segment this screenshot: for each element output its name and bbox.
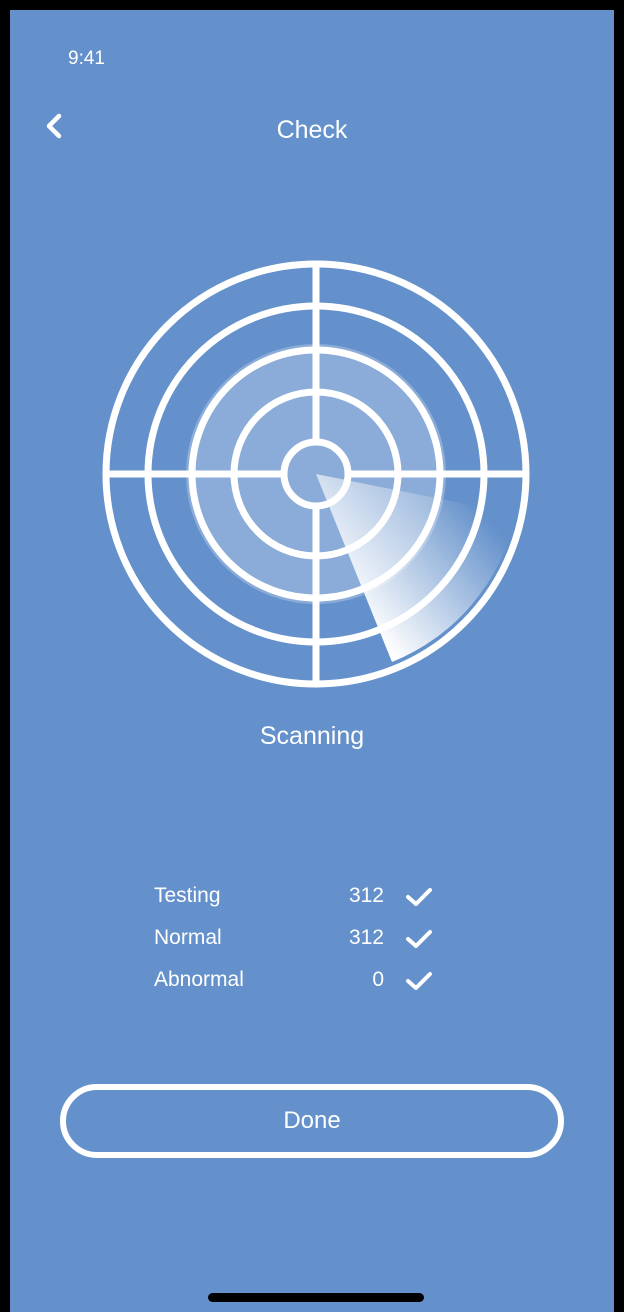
checkmark-icon: [406, 930, 432, 948]
stat-value: 0: [372, 968, 384, 991]
home-indicator: [208, 1293, 424, 1302]
status-bar-time: 9:41: [68, 48, 105, 69]
checkmark-icon: [406, 888, 432, 906]
stat-label: Normal: [154, 926, 222, 949]
check-screen: 9:41 Check Scanning Testing 312 Normal 3…: [10, 10, 614, 1312]
stats-list: Testing 312 Normal 312 Abnormal 0: [154, 880, 454, 1006]
stat-value: 312: [348, 926, 384, 949]
scan-status-label: Scanning: [259, 722, 365, 750]
stat-value: 312: [348, 884, 384, 907]
stat-row-normal: Normal 312: [154, 922, 454, 964]
stat-label: Testing: [154, 884, 221, 907]
radar-icon: [102, 260, 530, 688]
stat-label: Abnormal: [154, 968, 244, 991]
stat-row-abnormal: Abnormal 0: [154, 964, 454, 1006]
page-title: Check: [276, 116, 348, 144]
stat-row-testing: Testing 312: [154, 880, 454, 922]
checkmark-icon: [406, 972, 432, 990]
done-button[interactable]: Done: [60, 1084, 564, 1158]
